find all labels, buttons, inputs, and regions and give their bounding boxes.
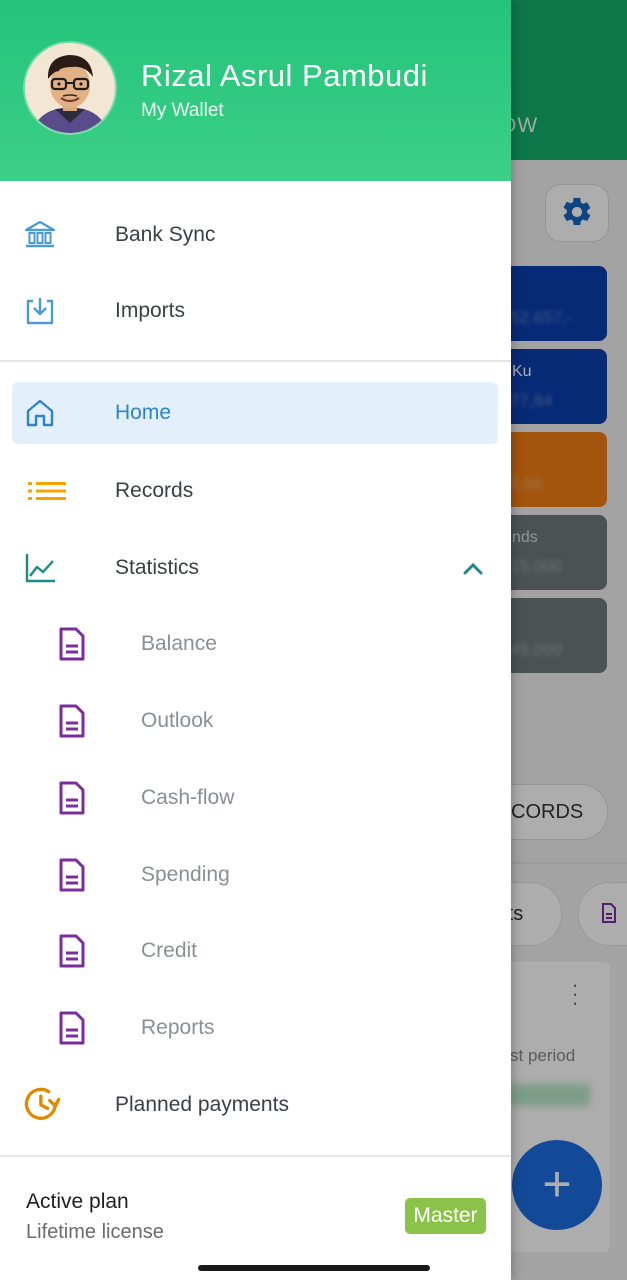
menu-item-home[interactable]: Home xyxy=(12,382,498,444)
sub-item-label: Spending xyxy=(141,863,230,886)
sub-item-label: Credit xyxy=(141,939,198,962)
plan-badge: Master xyxy=(405,1198,486,1234)
clock-refresh-icon xyxy=(24,1087,61,1120)
document-icon xyxy=(59,858,85,892)
sub-item-cash-flow[interactable]: Cash-flow xyxy=(12,767,498,829)
home-indicator[interactable] xyxy=(198,1265,430,1271)
sub-item-spending[interactable]: Spending xyxy=(12,844,498,906)
document-icon xyxy=(59,627,85,661)
divider xyxy=(0,1155,511,1157)
menu-item-statistics[interactable]: Statistics xyxy=(12,537,498,599)
menu-item-label: Planned payments xyxy=(115,1093,289,1116)
menu-item-label: Bank Sync xyxy=(115,223,216,246)
menu-item-bank-sync[interactable]: Bank Sync xyxy=(12,204,498,266)
sub-item-label: Reports xyxy=(141,1016,215,1039)
menu-item-label: Imports xyxy=(115,299,186,322)
document-icon xyxy=(59,1011,85,1045)
document-icon xyxy=(59,934,85,968)
list-icon xyxy=(28,482,66,500)
sub-item-balance[interactable]: Balance xyxy=(12,613,498,675)
menu-item-label: Statistics xyxy=(115,556,200,579)
plan-title: Active plan xyxy=(26,1190,129,1213)
chart-icon xyxy=(25,554,55,583)
drawer-header[interactable]: Rizal Asrul Pambudi My Wallet xyxy=(0,0,511,181)
wallet-name: My Wallet xyxy=(141,100,224,121)
avatar-illustration xyxy=(25,43,115,133)
menu-item-label: Home xyxy=(115,401,172,424)
chevron-up-icon[interactable] xyxy=(460,556,486,582)
menu-item-planned-payments[interactable]: Planned payments xyxy=(12,1074,498,1136)
menu-item-records[interactable]: Records xyxy=(12,460,498,522)
menu-item-imports[interactable]: Imports xyxy=(12,280,498,342)
avatar[interactable] xyxy=(25,43,115,133)
sub-item-reports[interactable]: Reports xyxy=(12,997,498,1059)
home-icon xyxy=(26,399,54,427)
import-icon xyxy=(26,298,54,325)
sub-item-label: Balance xyxy=(141,632,217,655)
divider xyxy=(0,360,511,362)
document-icon xyxy=(59,704,85,738)
sub-item-label: Cash-flow xyxy=(141,786,235,809)
user-name: Rizal Asrul Pambudi xyxy=(141,58,428,93)
plan-subtitle: Lifetime license xyxy=(26,1221,164,1243)
document-icon xyxy=(59,781,85,815)
sub-item-label: Outlook xyxy=(141,709,214,732)
navigation-drawer: Rizal Asrul Pambudi My Wallet Bank Sync … xyxy=(0,0,511,1280)
menu-item-label: Records xyxy=(115,479,194,502)
bank-icon xyxy=(24,220,56,248)
sub-item-credit[interactable]: Credit xyxy=(12,920,498,982)
sub-item-outlook[interactable]: Outlook xyxy=(12,690,498,752)
